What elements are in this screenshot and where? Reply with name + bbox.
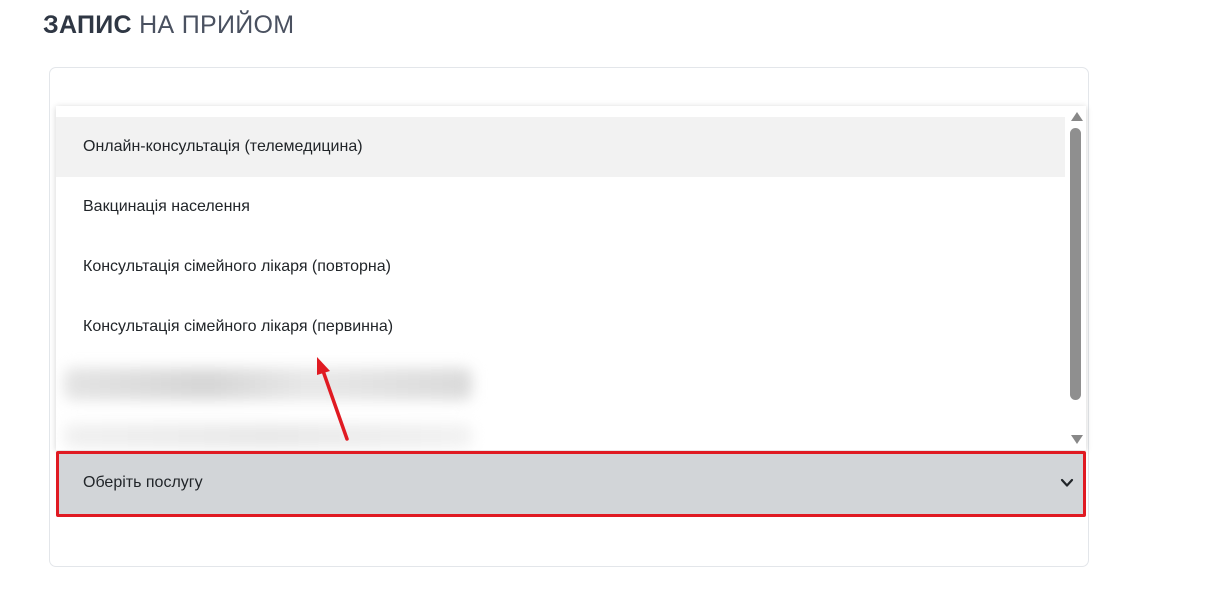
triangle-down-icon[interactable] (1071, 435, 1083, 444)
option-family-doctor-primary[interactable]: Консультація сімейного лікаря (первинна) (56, 297, 1065, 357)
chevron-down-icon (1060, 478, 1074, 487)
options-scrollbar[interactable] (1065, 106, 1086, 450)
option-vaccination[interactable]: Вакцинація населення (56, 177, 1065, 237)
blurred-option[interactable] (64, 424, 472, 448)
page-title-bold: ЗАПИС (43, 11, 132, 39)
service-options-list[interactable]: Онлайн-консультація (телемедицина) Вакци… (56, 106, 1086, 450)
service-select[interactable]: Оберіть послугу (58, 453, 1084, 515)
blurred-option[interactable] (64, 368, 472, 400)
page-title: ЗАПИС НА ПРИЙОМ (43, 10, 294, 40)
scrollbar-thumb[interactable] (1070, 128, 1081, 400)
option-family-doctor-repeat[interactable]: Консультація сімейного лікаря (повторна) (56, 237, 1065, 297)
service-select-value: Оберіть послугу (83, 474, 203, 491)
option-online-consultation[interactable]: Онлайн-консультація (телемедицина) (56, 117, 1065, 177)
triangle-up-icon[interactable] (1071, 112, 1083, 121)
page-title-rest: НА ПРИЙОМ (139, 11, 295, 39)
